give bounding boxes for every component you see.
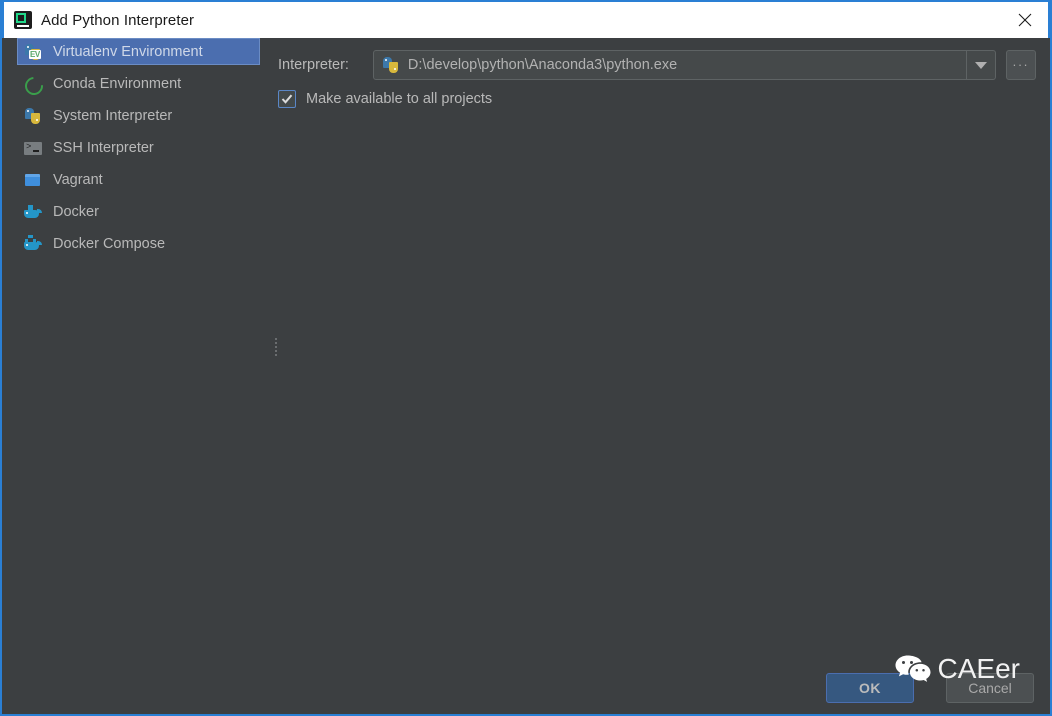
cancel-button[interactable]: Cancel xyxy=(946,673,1034,703)
dialog-button-bar: OK Cancel xyxy=(826,673,1034,703)
browse-button[interactable]: ... xyxy=(1006,50,1036,80)
make-available-label: Make available to all projects xyxy=(306,91,493,107)
interpreter-path-value: D:\develop\python\Anaconda3\python.exe xyxy=(407,57,678,73)
sidebar-item-docker-compose[interactable]: Docker Compose xyxy=(18,230,260,257)
sidebar-item-conda-environment[interactable]: Conda Environment xyxy=(18,70,260,99)
interpreter-label: Interpreter: xyxy=(278,57,349,73)
make-available-checkbox[interactable] xyxy=(278,90,296,108)
python-icon xyxy=(382,56,400,74)
sidebar-item-ssh-interpreter[interactable]: > SSH Interpreter xyxy=(18,134,260,161)
interpreter-row: Interpreter: D:\develop\python\Anaconda3… xyxy=(278,50,1036,80)
docker-whale-icon xyxy=(24,203,42,221)
interpreter-type-sidebar: EV Virtualenv Environment Conda Environm… xyxy=(4,38,272,712)
docker-compose-icon xyxy=(24,234,42,253)
python-icon xyxy=(24,107,42,125)
python-virtualenv-icon: EV xyxy=(24,43,42,61)
sidebar-item-label: Vagrant xyxy=(53,171,103,188)
interpreter-combobox[interactable]: D:\develop\python\Anaconda3\python.exe xyxy=(372,50,996,80)
title-bar: Add Python Interpreter xyxy=(2,0,1050,38)
window-title: Add Python Interpreter xyxy=(41,11,195,29)
dialog-body: EV Virtualenv Environment Conda Environm… xyxy=(4,38,1048,712)
interpreter-settings-panel: Interpreter: D:\develop\python\Anaconda3… xyxy=(278,38,1048,712)
sidebar-item-system-interpreter[interactable]: System Interpreter xyxy=(18,102,260,129)
pycharm-icon xyxy=(14,11,32,29)
terminal-icon: > xyxy=(24,139,42,157)
sidebar-item-vagrant[interactable]: Vagrant xyxy=(18,166,260,193)
add-python-interpreter-dialog: Add Python Interpreter EV Virtualenv Env… xyxy=(0,0,1052,716)
sidebar-item-virtualenv-environment[interactable]: EV Virtualenv Environment xyxy=(17,38,260,65)
sidebar-item-label: SSH Interpreter xyxy=(53,139,154,156)
ok-button[interactable]: OK xyxy=(826,673,914,703)
sidebar-item-label: Docker xyxy=(53,203,99,220)
sidebar-item-label: Conda Environment xyxy=(53,75,182,92)
close-icon[interactable] xyxy=(1002,2,1048,38)
make-available-row: Make available to all projects xyxy=(278,90,492,108)
vagrant-cube-icon xyxy=(24,171,42,189)
conda-icon xyxy=(21,72,47,99)
sidebar-item-label: Virtualenv Environment xyxy=(53,43,203,60)
sidebar-item-label: System Interpreter xyxy=(53,107,173,124)
sidebar-item-label: Docker Compose xyxy=(53,235,166,252)
chevron-down-icon[interactable] xyxy=(966,51,995,79)
sidebar-item-docker[interactable]: Docker xyxy=(18,198,260,225)
